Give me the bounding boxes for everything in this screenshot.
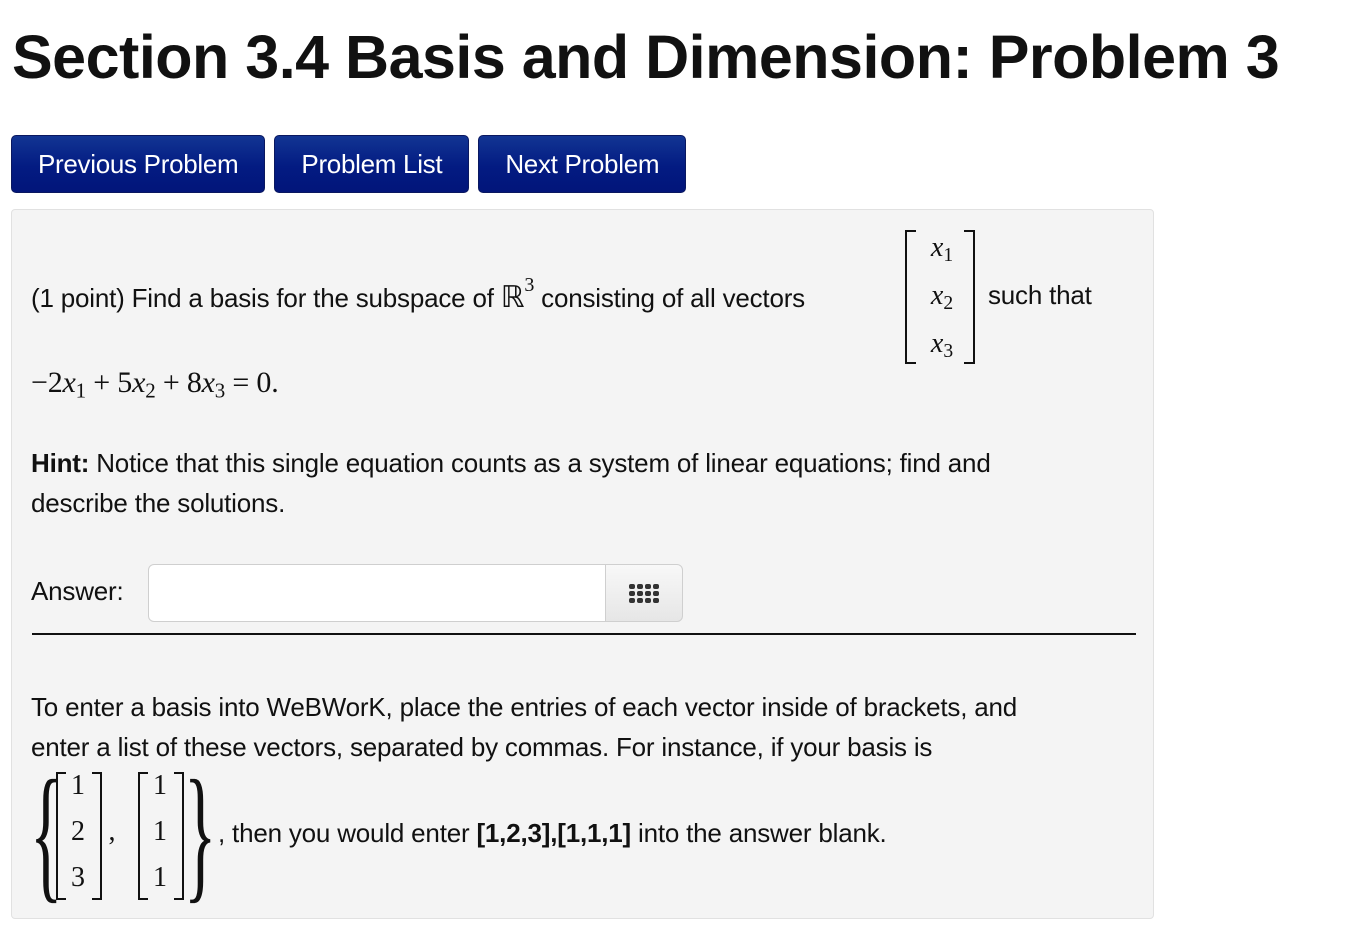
instructions-line-1: To enter a basis into WeBWorK, place the… [31, 692, 1018, 722]
previous-problem-button[interactable]: Previous Problem [11, 135, 266, 193]
vector-entry-x2: x2 [930, 280, 954, 314]
hint: Hint: Notice that this single equation c… [31, 448, 991, 479]
example-entry: 1 [71, 770, 85, 801]
problem-list-button[interactable]: Problem List [274, 135, 470, 193]
example-sentence: , then you would enter [1,2,3],[1,1,1] i… [218, 818, 887, 849]
problem-panel: (1 point) Find a basis for the subspace … [11, 209, 1154, 919]
example-right-bracket-2 [174, 772, 184, 900]
instructions-line-2: enter a list of these vectors, separated… [31, 732, 933, 762]
example-entry: 1 [153, 862, 167, 893]
vector-entry-x3: x3 [930, 328, 954, 362]
example-entry: 1 [153, 816, 167, 847]
divider [32, 633, 1136, 635]
example-comma: , [108, 816, 116, 847]
answer-label: Answer: [31, 576, 124, 606]
example-text: , then you would enter [218, 818, 477, 848]
right-bracket [964, 230, 975, 364]
real-numbers-symbol: ℝ [500, 281, 525, 314]
example-end-text: into the answer blank. [630, 818, 887, 848]
statement-text: (1 point) Find a basis for the subspace … [31, 283, 501, 313]
example-right-bracket-1 [92, 772, 102, 900]
answer-input[interactable] [148, 564, 606, 622]
example-entry: 2 [71, 816, 85, 847]
left-bracket [905, 230, 916, 364]
example-entry: 1 [153, 770, 167, 801]
example-entry: 3 [71, 862, 85, 893]
problem-statement: (1 point) Find a basis for the subspace … [31, 274, 805, 315]
statement-text-2: consisting of all vectors [534, 283, 805, 313]
hint-text-2: describe the solutions. [31, 488, 286, 518]
problem-navigation: Previous Problem Problem List Next Probl… [11, 135, 687, 193]
such-that-text: such that [988, 280, 1092, 310]
example-code: [1,2,3],[1,1,1] [476, 818, 631, 848]
grid-icon [629, 583, 659, 603]
matrix-entry-button[interactable] [605, 564, 683, 622]
hint-text: Notice that this single equation counts … [89, 448, 991, 478]
equation: −2x1 + 5x2 + 8x3 = 0. [31, 366, 279, 403]
space-dimension: 3 [524, 274, 535, 297]
page-title: Section 3.4 Basis and Dimension: Problem… [12, 23, 1280, 91]
vector-entry-x1: x1 [930, 232, 954, 266]
next-problem-button[interactable]: Next Problem [478, 135, 687, 193]
right-brace: } [184, 750, 217, 916]
hint-label: Hint: [31, 448, 90, 478]
